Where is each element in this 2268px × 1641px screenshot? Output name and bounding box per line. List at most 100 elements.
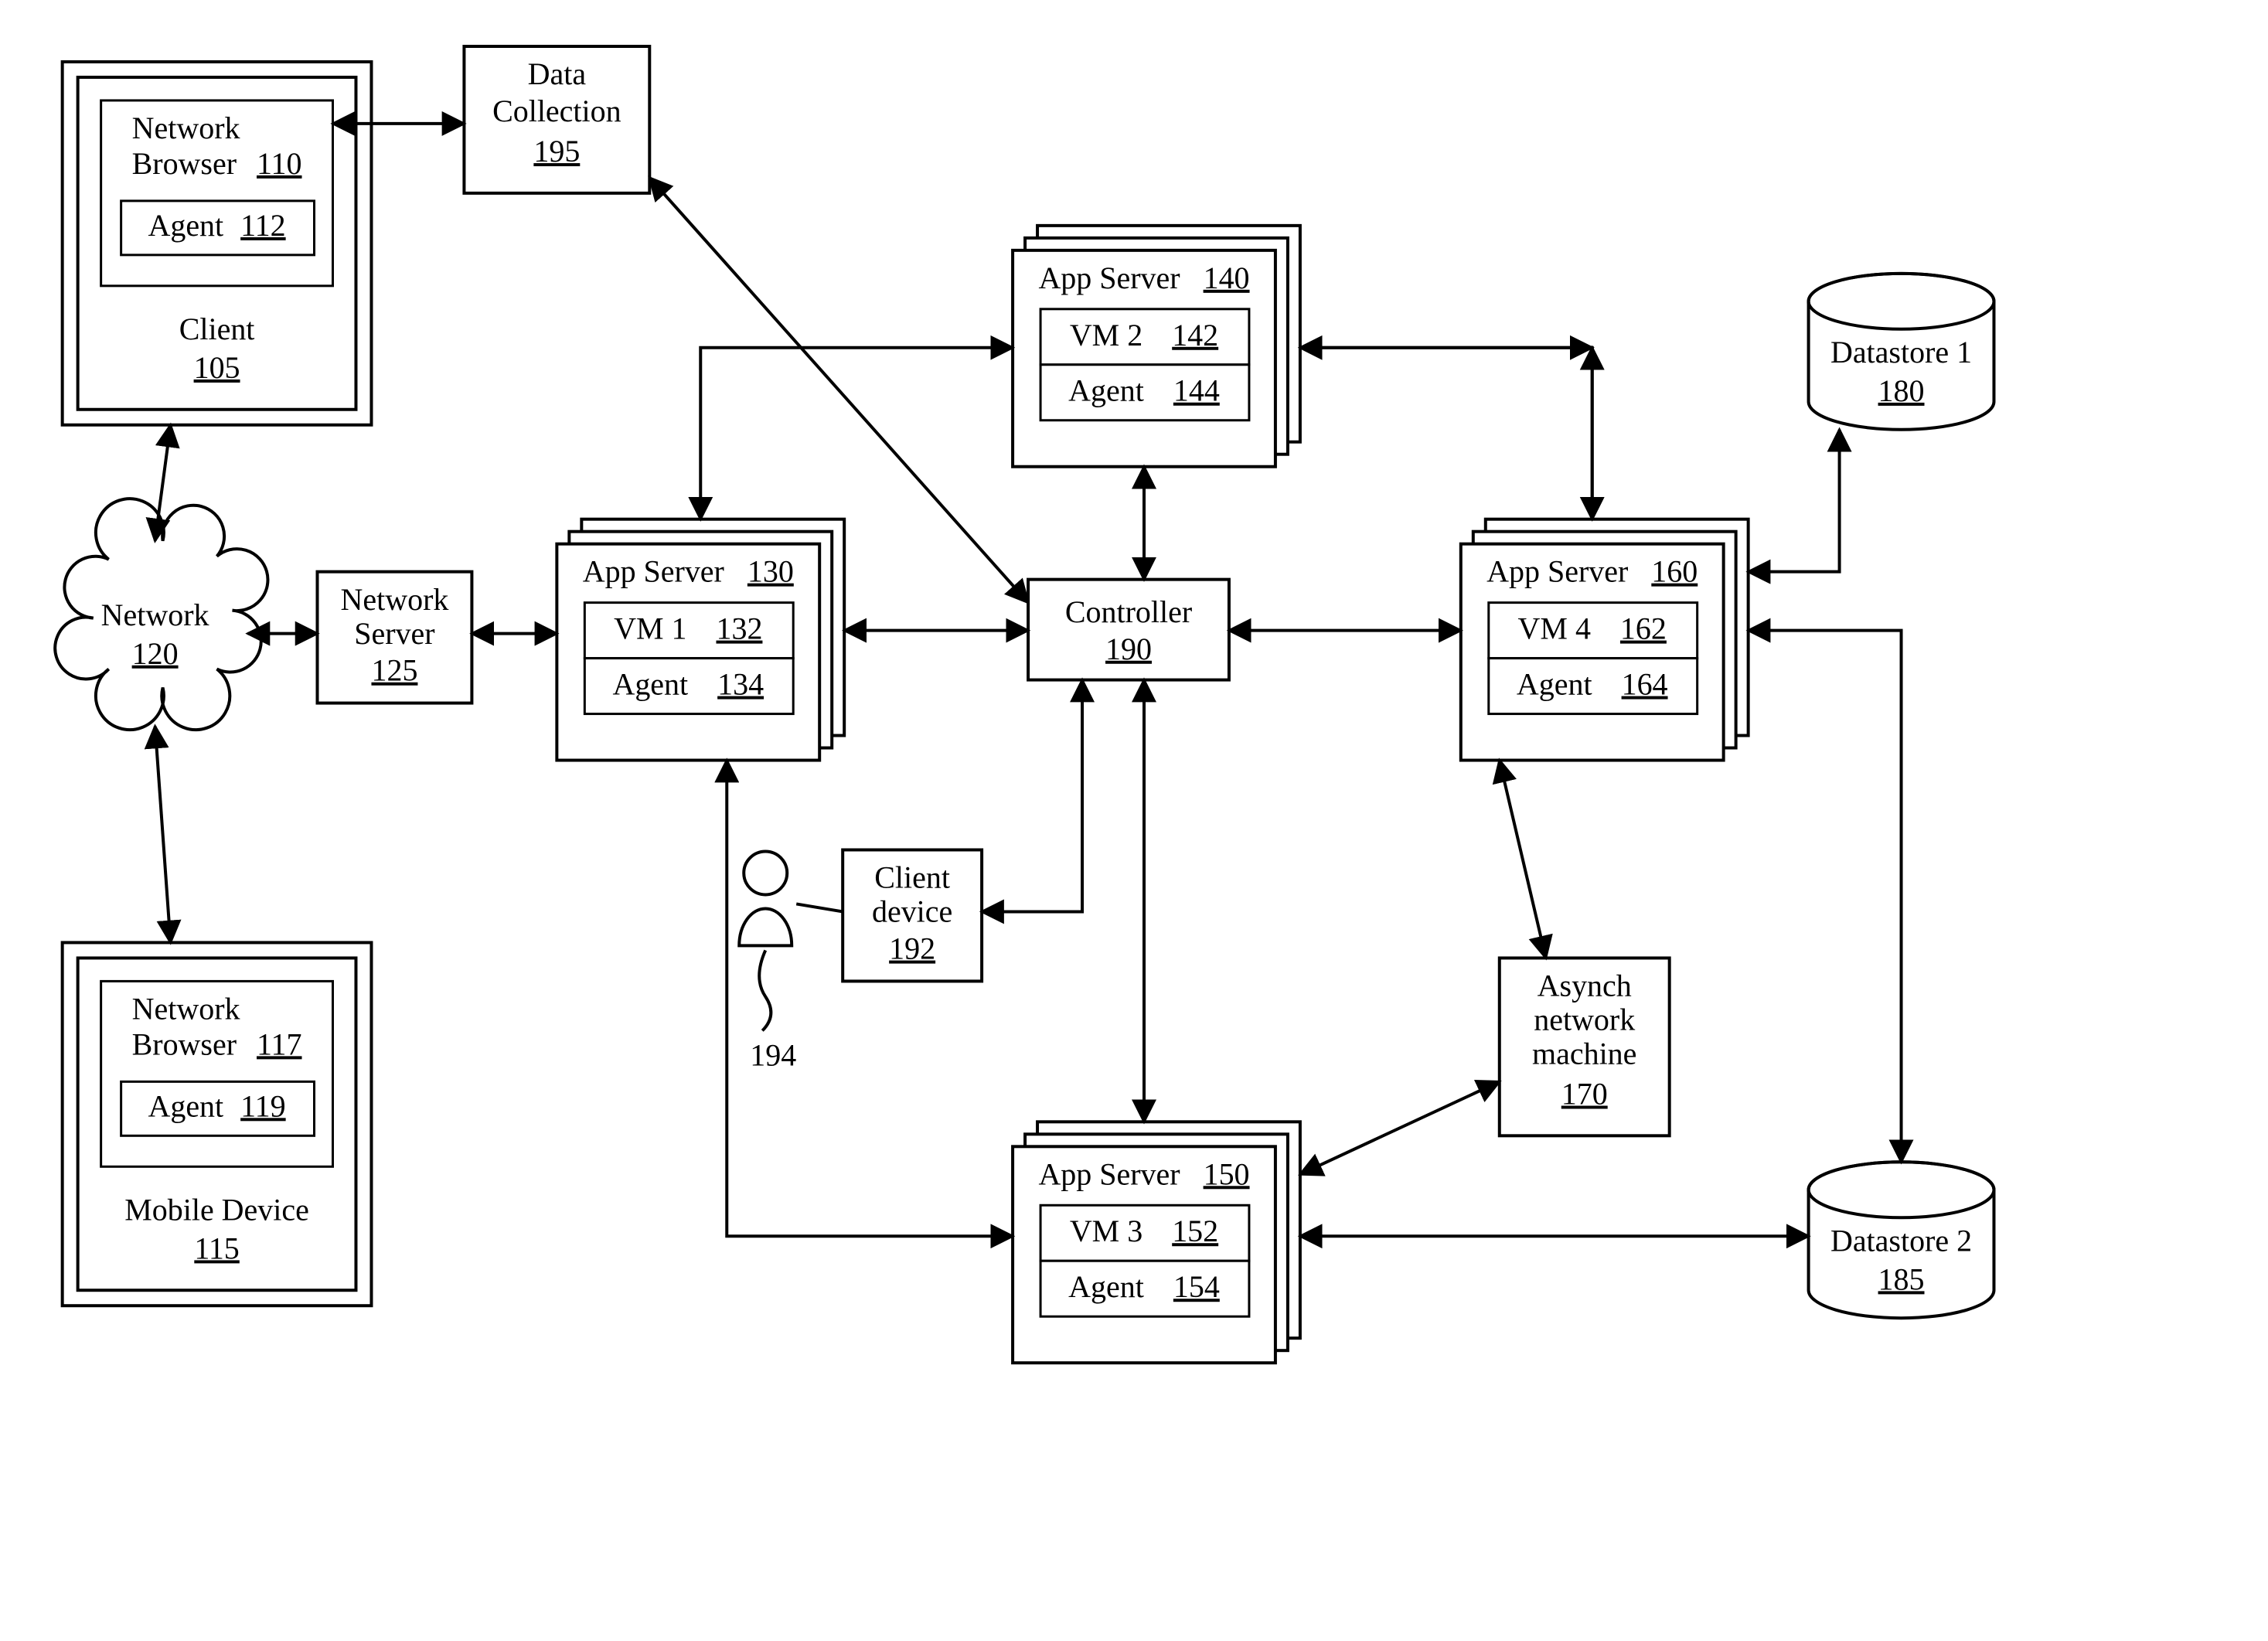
client-box: Network Browser 110 Agent 112 Client 105 (63, 62, 372, 425)
arrow-asynch-appserver160 (1500, 761, 1546, 958)
controller-ref: 190 (1105, 632, 1152, 666)
appserver150-label: App Server (1038, 1156, 1180, 1191)
mobile-label: Mobile Device (124, 1192, 309, 1227)
network-server-box: Network Server 125 (317, 572, 472, 703)
mobile-ref: 115 (194, 1231, 239, 1265)
svg-text:VM 3 152: VM 3 152 (1070, 1214, 1218, 1248)
data-collection-ref: 195 (533, 134, 580, 169)
appserver130-label: App Server (583, 554, 724, 589)
data-collection-label1: Data (528, 56, 587, 91)
client-device-label1: Client (874, 860, 950, 895)
client-ref: 105 (194, 350, 240, 385)
controller-box: Controller 190 (1028, 580, 1229, 680)
appserver150-vm-ref: 152 (1172, 1214, 1218, 1248)
appserver150-vm-label: VM 3 (1070, 1214, 1143, 1248)
appserver140-ref: 140 (1204, 260, 1250, 295)
user-icon: 194 (739, 851, 796, 1072)
arrow-appserver150-asynch (1300, 1081, 1500, 1174)
svg-text:VM 4 162: VM 4 162 (1518, 611, 1667, 646)
client-agent-ref: 112 (240, 208, 285, 243)
client-device-ref: 192 (889, 931, 935, 966)
client-browser-label2: Browser (132, 146, 237, 181)
svg-text:Agent 119: Agent 119 (148, 1088, 285, 1123)
svg-text:App Server 130: App Server 130 (583, 554, 794, 589)
svg-text:Agent 164: Agent 164 (1517, 667, 1668, 702)
arrow-appserver160-datastore1 (1749, 430, 1840, 572)
appserver140-vm-ref: 142 (1172, 318, 1218, 352)
network-server-label2: Server (354, 616, 434, 651)
mobile-browser-ref: 117 (257, 1027, 301, 1062)
appserver140-label: App Server (1038, 260, 1180, 295)
arrow-appserver140-appserver160 (1300, 348, 1592, 519)
svg-text:Browser 110: Browser 110 (132, 146, 302, 181)
client-browser-ref: 110 (257, 146, 301, 181)
appserver130-agent-ref: 134 (717, 667, 764, 702)
asynch-label2: network (1534, 1003, 1635, 1037)
mobile-device-box: Network Browser 117 Agent 119 Mobile Dev… (63, 942, 372, 1306)
svg-text:App Server 140: App Server 140 (1038, 260, 1249, 295)
appserver160-agent-label: Agent (1517, 667, 1592, 702)
mobile-agent-ref: 119 (240, 1088, 285, 1123)
client-device-box: Client device 192 (843, 849, 982, 981)
appserver130-vm-label: VM 1 (614, 611, 686, 646)
appserver150-agent-ref: 154 (1173, 1269, 1220, 1304)
arrow-appserver130-appserver150 (727, 761, 1013, 1237)
arrow-appserver130-appserver140 (700, 348, 1013, 519)
svg-text:Browser 117: Browser 117 (132, 1027, 302, 1062)
app-server-160: App Server 160 VM 4 162 Agent 164 (1461, 519, 1749, 761)
arrow-user-clientdevice (796, 904, 843, 911)
datastore2: Datastore 2 185 (1809, 1162, 1994, 1318)
appserver160-label: App Server (1486, 554, 1628, 589)
app-server-140: App Server 140 VM 2 142 Agent 144 (1013, 226, 1300, 467)
datastore2-label: Datastore 2 (1830, 1223, 1972, 1258)
datastore1-ref: 180 (1878, 373, 1925, 408)
network-server-label1: Network (341, 582, 449, 617)
appserver150-agent-label: Agent (1068, 1269, 1144, 1304)
appserver140-agent-label: Agent (1068, 373, 1144, 408)
asynch-label3: machine (1532, 1037, 1636, 1071)
appserver160-agent-ref: 164 (1622, 667, 1668, 702)
data-collection-label2: Collection (492, 94, 621, 128)
svg-text:VM 1 132: VM 1 132 (614, 611, 762, 646)
appserver130-ref: 130 (747, 554, 794, 589)
datastore2-ref: 185 (1878, 1261, 1925, 1296)
arrow-controller-clientdevice (982, 680, 1082, 912)
svg-text:Agent 154: Agent 154 (1068, 1269, 1220, 1304)
appserver160-ref: 160 (1651, 554, 1698, 589)
datastore1-label: Datastore 1 (1830, 335, 1972, 369)
app-server-150: App Server 150 VM 3 152 Agent 154 (1013, 1122, 1300, 1363)
system-diagram: Network Browser 110 Agent 112 Client 105… (0, 0, 2268, 1641)
asynch-label1: Asynch (1538, 969, 1632, 1003)
appserver130-vm-ref: 132 (716, 611, 762, 646)
client-label: Client (179, 312, 255, 346)
appserver160-vm-ref: 162 (1620, 611, 1667, 646)
appserver160-vm-label: VM 4 (1518, 611, 1591, 646)
network-cloud: Network 120 (55, 499, 267, 730)
client-browser-label1: Network (132, 111, 240, 145)
network-label: Network (101, 598, 209, 632)
mobile-browser-label2: Browser (132, 1027, 237, 1062)
svg-text:App Server 160: App Server 160 (1486, 554, 1698, 589)
mobile-agent-label: Agent (148, 1088, 223, 1123)
app-server-130: App Server 130 VM 1 132 Agent 134 (557, 519, 844, 761)
svg-text:Agent 144: Agent 144 (1068, 373, 1220, 408)
svg-text:Agent 112: Agent 112 (148, 208, 285, 243)
datastore1: Datastore 1 180 (1809, 274, 1994, 430)
data-collection-box: Data Collection 195 (464, 46, 649, 193)
appserver140-vm-label: VM 2 (1070, 318, 1143, 352)
appserver150-ref: 150 (1204, 1156, 1250, 1191)
svg-text:VM 2 142: VM 2 142 (1070, 318, 1218, 352)
mobile-browser-label1: Network (132, 992, 240, 1026)
svg-text:Agent 134: Agent 134 (612, 667, 764, 702)
asynch-ref: 170 (1561, 1077, 1608, 1112)
appserver130-agent-label: Agent (612, 667, 688, 702)
controller-label: Controller (1065, 594, 1192, 629)
svg-text:App Server 150: App Server 150 (1038, 1156, 1249, 1191)
appserver140-agent-ref: 144 (1173, 373, 1220, 408)
user-ref: 194 (750, 1038, 796, 1073)
network-server-ref: 125 (371, 653, 417, 688)
arrow-appserver160-datastore2 (1749, 631, 1902, 1163)
client-device-label2: device (872, 894, 952, 929)
network-ref: 120 (132, 636, 179, 671)
arrow-network-mobile (155, 727, 171, 943)
